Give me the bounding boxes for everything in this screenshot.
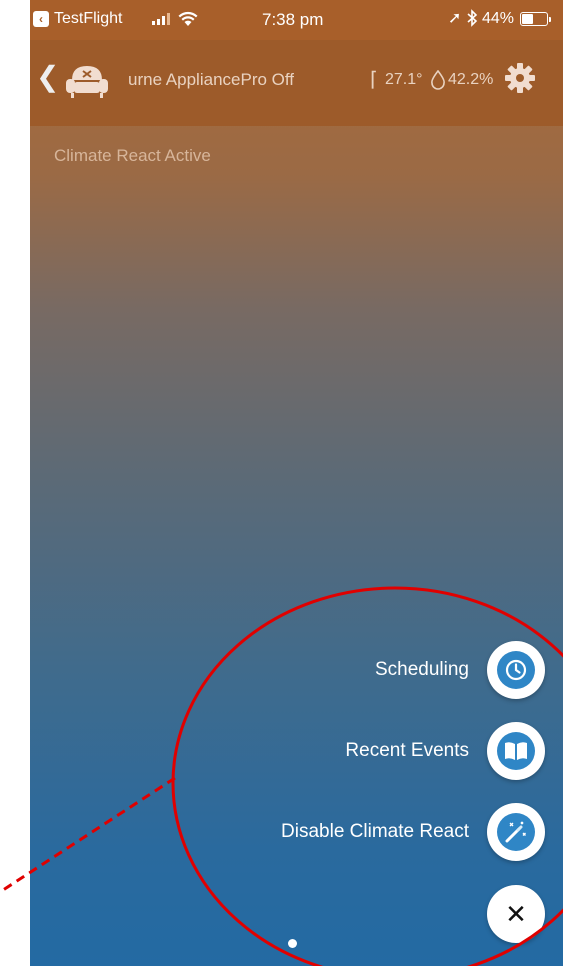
clock-time: 7:38 pm (262, 10, 324, 29)
close-menu-button[interactable]: ✕ (487, 885, 545, 943)
app-screen: ‹ TestFlight 7:38 pm ➚ 44% ❮ urne Applia… (30, 0, 563, 966)
menu-item-disable-climate-react[interactable]: Disable Climate React (281, 803, 545, 861)
menu-item-recent-events[interactable]: Recent Events (345, 722, 545, 780)
device-title: urne AppliancePro Off (128, 70, 295, 89)
magic-wand-icon (497, 813, 535, 851)
armchair-avatar-icon (66, 66, 108, 98)
wifi-icon (178, 11, 198, 26)
menu-item-label[interactable]: Recent Events (345, 740, 469, 762)
humidity-reading: 42.2% (448, 71, 494, 88)
menu-item-label[interactable]: Disable Climate React (281, 821, 469, 843)
cellular-signal-icon (152, 13, 170, 25)
location-icon: ➚ (448, 10, 462, 27)
temperature-reading: 27.1° (385, 71, 423, 88)
battery-percent: 44% (482, 10, 515, 27)
thermometer-icon: ⌈ (370, 69, 378, 91)
device-header: ❮ urne AppliancePro Off ⌈ 27.1° 42.2% (30, 40, 563, 126)
climate-react-status: Climate React Active (54, 146, 211, 165)
book-icon (497, 732, 535, 770)
status-bar: ‹ TestFlight 7:38 pm ➚ 44% (30, 0, 563, 40)
clock-icon (497, 651, 535, 689)
close-menu-row[interactable]: ✕ (487, 885, 545, 943)
scheduling-button[interactable] (487, 641, 545, 699)
battery-icon (520, 12, 551, 26)
close-icon: ✕ (505, 899, 527, 929)
back-app-label[interactable]: TestFlight (54, 10, 122, 28)
disable-climate-react-button[interactable] (487, 803, 545, 861)
menu-item-scheduling[interactable]: Scheduling (375, 641, 545, 699)
recent-events-button[interactable] (487, 722, 545, 780)
back-to-app-icon[interactable]: ‹ (33, 11, 49, 27)
humidity-drop-icon (431, 70, 445, 90)
page-indicator-dot (288, 939, 297, 948)
bluetooth-icon (467, 9, 478, 27)
back-chevron-icon[interactable]: ❮ (36, 60, 59, 93)
gear-icon[interactable] (504, 62, 536, 94)
menu-item-label[interactable]: Scheduling (375, 659, 469, 681)
